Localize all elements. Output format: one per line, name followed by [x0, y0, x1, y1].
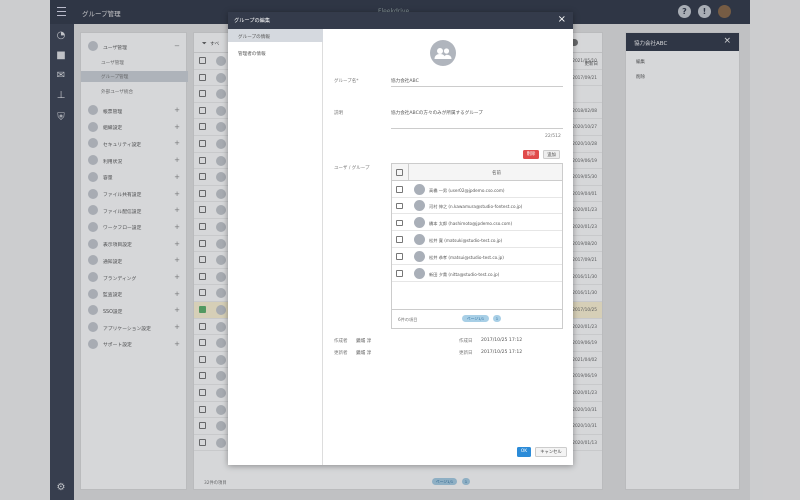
user-avatar-icon: [414, 217, 425, 229]
member-name: 新田 夕貴 (nitta@studio-test.co.jp): [429, 271, 500, 277]
delete-button[interactable]: 削除: [523, 150, 539, 159]
table-pagination[interactable]: ページ1/1: [462, 315, 489, 322]
member-name: 河村 伸之 (n.kawamura@studio-fontest.co.jp): [429, 204, 523, 210]
member-row[interactable]: 橋本 太郎 (hashimoto@jpdemo.cso.com): [392, 215, 562, 232]
select-all-checkbox[interactable]: [396, 169, 403, 176]
dialog-title: グループの編集: [234, 18, 271, 24]
row-checkbox[interactable]: [396, 270, 403, 277]
group-name-input[interactable]: 協力会社ABC: [391, 78, 419, 84]
updater-value: 鏡城 淳: [356, 351, 372, 356]
char-counter: 22/512: [545, 134, 561, 139]
user-avatar-icon: [414, 200, 425, 212]
member-name: 松井 寛 (matsuki@studio-test.co.jp): [429, 237, 503, 243]
tab-admin-info[interactable]: 管理者の情報: [228, 46, 323, 59]
member-row[interactable]: 松井 寛 (matsuki@studio-test.co.jp): [392, 231, 562, 248]
user-avatar-icon: [414, 267, 425, 279]
header-divider: [408, 164, 409, 181]
group-people-icon: [434, 48, 452, 59]
row-checkbox[interactable]: [396, 236, 403, 243]
column-header-name[interactable]: 名前: [492, 170, 501, 176]
ok-button[interactable]: OK: [517, 447, 531, 457]
table-page-number[interactable]: 1: [493, 315, 501, 322]
table-count: 6件の項目: [398, 317, 418, 322]
description-underline: [391, 128, 563, 129]
group-name-label: グループ名*: [334, 79, 359, 84]
updated-label: 更新日: [459, 351, 473, 356]
group-name-underline: [391, 86, 563, 87]
group-avatar: [430, 40, 456, 66]
dialog-nav: グループの情報 管理者の情報: [228, 29, 323, 465]
members-table: 名前 高橋 一男 (user02@jpdemo.cso.com) 河村 伸之 (n…: [391, 163, 563, 329]
row-checkbox[interactable]: [396, 253, 403, 260]
user-avatar-icon: [414, 233, 425, 245]
member-row[interactable]: 松井 恭孝 (matsui@studio-test.co.jp): [392, 248, 562, 265]
close-icon[interactable]: ×: [558, 14, 566, 26]
member-row[interactable]: 高橋 一男 (user02@jpdemo.cso.com): [392, 181, 562, 198]
tab-group-info[interactable]: グループの情報: [228, 29, 323, 42]
cancel-button[interactable]: キャンセル: [535, 447, 567, 457]
member-row[interactable]: 新田 夕貴 (nitta@studio-test.co.jp): [392, 265, 562, 282]
row-checkbox[interactable]: [396, 186, 403, 193]
users-groups-label: ユーザ / グループ: [334, 166, 370, 171]
creator-value: 鏡城 淳: [356, 339, 372, 344]
member-name: 松井 恭孝 (matsui@studio-test.co.jp): [429, 254, 504, 260]
user-avatar-icon: [414, 183, 425, 195]
user-avatar-icon: [414, 250, 425, 262]
updater-label: 更新者: [334, 351, 348, 356]
add-button[interactable]: 追加: [543, 150, 560, 159]
member-name: 高橋 一男 (user02@jpdemo.cso.com): [429, 187, 505, 193]
created-value: 2017/10/25 17:12: [481, 338, 523, 343]
table-header: 名前: [392, 164, 562, 181]
row-checkbox[interactable]: [396, 202, 403, 210]
dialog-header: グループの編集 ×: [228, 12, 573, 29]
member-name: 橋本 太郎 (hashimoto@jpdemo.cso.com): [429, 221, 513, 227]
member-row[interactable]: 河村 伸之 (n.kawamura@studio-fontest.co.jp): [392, 198, 562, 215]
creator-label: 作成者: [334, 339, 348, 344]
row-checkbox[interactable]: [396, 219, 403, 227]
created-label: 作成日: [459, 339, 473, 344]
description-textarea[interactable]: 協力会社ABCの方々のみが所属するグループ: [391, 110, 483, 116]
updated-value: 2017/10/25 17:12: [481, 350, 523, 355]
description-label: 説明: [334, 111, 343, 116]
table-footer-divider: [392, 309, 562, 310]
